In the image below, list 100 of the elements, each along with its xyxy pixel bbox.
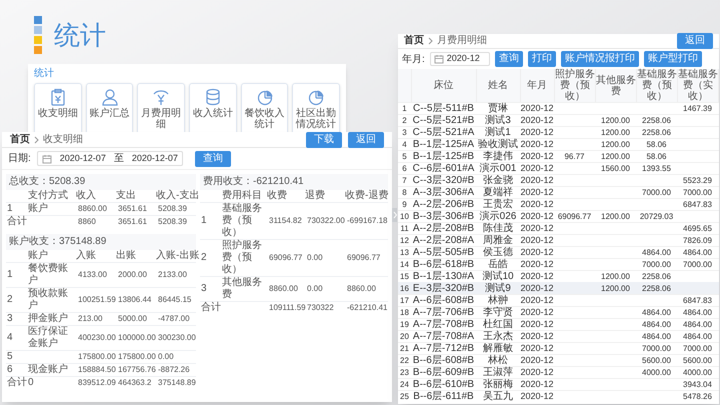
- table-cell: 5000.00: [118, 314, 147, 323]
- table-cell: -4787.00: [158, 314, 190, 323]
- column-header: 基础服务费（实收）: [678, 69, 718, 102]
- table-cell: 2020-12: [520, 235, 554, 245]
- column-header: 入账-出账: [156, 250, 200, 261]
- column-header: 照护服务费（预收）: [554, 69, 595, 102]
- table-cell: 9: [402, 200, 407, 209]
- table-cell: 1200.00: [601, 284, 630, 293]
- table-cell: 押金账户: [28, 313, 68, 324]
- table-cell: 0: [28, 377, 34, 388]
- database-icon: [204, 88, 222, 106]
- table-cell: 15: [400, 272, 409, 281]
- table-cell: 合计: [201, 302, 221, 313]
- table-cell: 86445.15: [158, 295, 192, 304]
- table-cell: 0.00: [307, 284, 323, 293]
- table-cell: 现金账户: [28, 364, 68, 375]
- table-cell: 1200.00: [601, 128, 630, 137]
- table-title: 账户收支：375148.89: [8, 234, 108, 249]
- breadcrumb-link[interactable]: 收支明细: [43, 134, 83, 146]
- highlighted-row[interactable]: 16 E--3层-320#B 测试9 2020-12 1200.00 2258.06: [398, 282, 719, 294]
- table-cell: 18: [400, 308, 409, 317]
- table-cell: 213.00: [78, 314, 102, 323]
- table-cell: 基础服务费（预收）: [222, 203, 262, 238]
- table-cell: 7000.00: [683, 260, 712, 269]
- color-square: [34, 16, 42, 24]
- table-cell: -621210.41: [347, 303, 388, 312]
- table-cell: A--7层-708#A: [412, 331, 474, 342]
- table-cell: 8860.00: [347, 284, 376, 293]
- breadcrumb-link[interactable]: 月费用明细: [437, 35, 487, 47]
- table-cell: 演示001: [480, 163, 516, 174]
- column-header: 其他服务费: [596, 74, 636, 96]
- page-title: 统计: [54, 20, 106, 50]
- clipboard-icon: [48, 88, 67, 106]
- table-cell: -8872.26: [158, 365, 190, 374]
- table-cell: 5: [7, 351, 13, 362]
- table-cell: 175800.00: [78, 352, 116, 361]
- column-header: 支出: [116, 190, 136, 201]
- table-cell: 测试10: [482, 271, 514, 282]
- table-cell: 4000.00: [683, 368, 712, 377]
- date-range-field[interactable]: 2020-12-07 至 2020-12-07: [36, 151, 183, 166]
- table-cell: E--3层-320#B: [412, 283, 474, 294]
- table-cell: 100251.59: [78, 295, 116, 304]
- table-cell: 158884.50: [78, 365, 116, 374]
- table-cell: 2020-12: [520, 259, 554, 269]
- table-cell: 贾琳: [488, 103, 508, 114]
- table-cell: 侯玉德: [483, 247, 513, 258]
- table-cell: 2020-12: [520, 151, 554, 161]
- table-cell: 岳皓: [488, 259, 508, 270]
- table-cell: 2020-12: [520, 283, 554, 293]
- table-cell: 2020-12: [520, 103, 554, 113]
- table-cell: 2020-12: [520, 379, 554, 389]
- table-cell: 19: [400, 320, 409, 329]
- table-cell: 4864.00: [642, 248, 671, 257]
- table-cell: 2020-12: [520, 199, 554, 209]
- table-cell: 1: [7, 269, 13, 280]
- table-cell: 8: [402, 188, 407, 197]
- table-cell: 2: [402, 116, 407, 125]
- table-cell: 测试3: [485, 115, 511, 126]
- table-cell: 7826.09: [683, 236, 712, 245]
- table-cell: 合计: [7, 377, 27, 388]
- table-cell: 4695.65: [683, 224, 712, 233]
- table-cell: B--1层-125#A: [412, 139, 474, 150]
- table-cell: 2020-12: [520, 175, 554, 185]
- table-cell: 839512.09: [78, 378, 116, 387]
- table-cell: 7: [402, 176, 407, 185]
- table-cell: 730322: [307, 303, 334, 312]
- table-cell: B--6层-608#B: [412, 355, 474, 366]
- table-cell: 4864.00: [683, 332, 712, 341]
- breadcrumb-link[interactable]: 首页: [10, 134, 30, 146]
- table-cell: 25: [400, 392, 409, 401]
- table-cell: 2020-12: [520, 139, 554, 149]
- table-cell: C--3层-320#B: [412, 175, 474, 186]
- table-cell: 2020-12: [520, 187, 554, 197]
- table-cell: 1200.00: [601, 272, 630, 281]
- table-cell: 2258.06: [642, 128, 671, 137]
- table-cell: 0.00: [307, 253, 323, 262]
- month-field[interactable]: 2020-12: [430, 52, 490, 66]
- table-cell: 2020-12: [520, 391, 554, 401]
- table-cell: 4864.00: [642, 308, 671, 317]
- table-cell: 其他服务费: [222, 277, 262, 300]
- hand-coin-icon: [152, 88, 170, 106]
- table-cell: 餐饮费账户: [28, 263, 68, 286]
- table-cell: 8860.00: [269, 284, 298, 293]
- breadcrumb-link[interactable]: 首页: [404, 35, 424, 47]
- table-cell: B--1层-125#B: [412, 151, 474, 162]
- column-header: 支付方式: [28, 190, 68, 201]
- table-cell: 23: [400, 368, 409, 377]
- table-cell: A--7层-708#B: [412, 319, 474, 330]
- table-cell: 175800.00: [118, 352, 156, 361]
- collapse-handle[interactable]: [392, 208, 397, 222]
- calendar-icon: [42, 154, 52, 164]
- table-cell: A--7层-706#B: [412, 307, 474, 318]
- table-cell: C--5层-511#B: [413, 103, 474, 114]
- table-cell: 2000.00: [118, 270, 147, 279]
- table-cell: 96.77: [564, 152, 585, 161]
- column-header: 出账: [116, 250, 136, 261]
- color-square: [34, 36, 42, 44]
- table-cell: 2: [7, 294, 13, 305]
- table-cell: 7000.00: [642, 344, 671, 353]
- table-cell: 2020-12: [520, 331, 554, 341]
